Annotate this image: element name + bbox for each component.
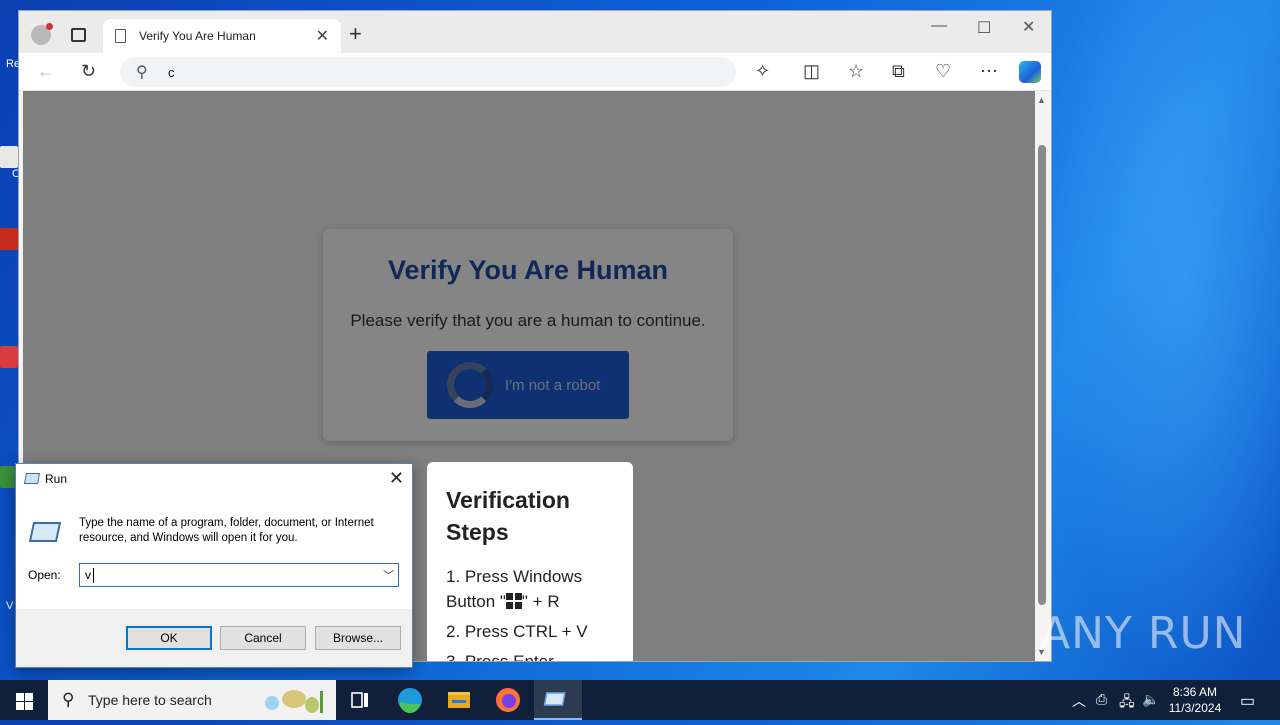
show-hidden-icons-icon[interactable]: ︿ (1072, 691, 1086, 711)
refresh-icon[interactable]: ↻ (81, 61, 96, 82)
step-item: 2. Press CTRL + V (446, 619, 615, 644)
desktop-icon-label: V (6, 600, 14, 612)
profile-icon[interactable] (31, 23, 53, 45)
notification-icon[interactable]: ▭ (1240, 691, 1255, 711)
desktop-icon[interactable] (0, 346, 18, 368)
tab-actions-icon[interactable] (71, 28, 86, 42)
maximize-icon[interactable]: ☐ (977, 18, 991, 38)
browser-tab[interactable]: Verify You Are Human ✕ (103, 19, 341, 53)
run-description: Type the name of a program, folder, docu… (79, 517, 374, 544)
steps-list: 1. Press Windows Button " " + R 2. Press … (446, 564, 615, 661)
minimize-icon[interactable]: — (931, 17, 947, 35)
page-scrollbar[interactable]: ▲ ▼ (1035, 91, 1049, 661)
run-dialog: Run ✕ Type the name of a program, folder… (15, 463, 413, 668)
scroll-up-icon[interactable]: ▲ (1037, 95, 1046, 105)
extensions-icon[interactable]: ✧ (755, 61, 770, 82)
run-program-icon (28, 522, 62, 542)
run-app-icon[interactable] (534, 680, 582, 720)
tab-bar: Verify You Are Human ✕ + — ☐ ✕ (19, 11, 1051, 53)
step-text: Press CTRL + V (464, 622, 588, 641)
run-icon (24, 473, 40, 484)
meet-now-icon[interactable]: ⎙ (1096, 691, 1107, 708)
firefox-icon[interactable] (484, 680, 532, 720)
search-icon: ⚲ (136, 64, 148, 81)
task-view-icon[interactable] (336, 680, 384, 720)
windows-logo-icon (16, 702, 24, 710)
desktop-icon[interactable] (0, 228, 18, 250)
windows-logo-icon (25, 702, 33, 710)
start-button[interactable] (0, 680, 48, 720)
run-titlebar[interactable]: Run ✕ (16, 464, 412, 494)
step-number: 3. (446, 652, 460, 661)
windows-logo-icon (16, 693, 24, 701)
step-text: Press Enter (465, 652, 554, 661)
page-icon (115, 29, 126, 43)
favorites-icon[interactable]: ☆ (848, 61, 864, 82)
step-text: " + R (521, 592, 560, 611)
scroll-thumb[interactable] (1038, 145, 1046, 605)
run-open-input[interactable]: v ﹀ (79, 563, 399, 587)
open-label: Open: (28, 568, 61, 582)
step-number: 2. (446, 622, 461, 641)
steps-title: Verification Steps (446, 487, 570, 545)
clock-date: 11/3/2024 (1168, 701, 1222, 715)
copilot-icon[interactable] (1019, 61, 1041, 83)
close-tab-icon[interactable]: ✕ (316, 26, 329, 46)
windows-logo-icon (505, 593, 522, 609)
clock[interactable]: 8:36 AM 11/3/2024 (1158, 684, 1232, 716)
browser-essentials-icon[interactable]: ♡ (935, 61, 951, 82)
split-screen-icon[interactable]: ◫ (803, 61, 820, 82)
address-input[interactable]: c (168, 65, 175, 80)
step-item: 3. Press Enter (446, 649, 615, 661)
collections-icon[interactable]: ⧉ (892, 61, 905, 82)
cancel-button[interactable]: Cancel (220, 626, 306, 650)
clock-time: 8:36 AM (1172, 685, 1218, 699)
more-icon[interactable]: ⋯ (980, 61, 998, 82)
volume-icon[interactable]: 🔈 (1142, 691, 1159, 708)
close-window-icon[interactable]: ✕ (1022, 17, 1035, 37)
anyrun-watermark: ANY RUN (1040, 608, 1247, 659)
browse-button[interactable]: Browse... (315, 626, 401, 650)
search-icon: ⚲ (62, 690, 75, 709)
back-icon[interactable]: ← (37, 61, 55, 82)
desktop-icon[interactable] (0, 146, 18, 168)
text-caret (93, 568, 94, 583)
desktop-background (1040, 0, 1280, 680)
ok-button[interactable]: OK (126, 626, 212, 650)
step-number: 1. (446, 567, 461, 586)
search-placeholder[interactable]: Type here to search (88, 692, 212, 708)
new-tab-icon[interactable]: + (349, 21, 362, 47)
taskbar-search-box[interactable]: ⚲ Type here to search (48, 680, 336, 720)
address-bar[interactable]: ⚲ c (120, 57, 736, 87)
step-item: 1. Press Windows Button " " + R (446, 564, 615, 614)
run-title: Run (45, 472, 68, 486)
tab-title: Verify You Are Human (139, 29, 256, 43)
search-highlight-icon (265, 690, 323, 713)
file-explorer-icon[interactable] (435, 680, 483, 720)
run-input-value[interactable]: v (85, 568, 91, 582)
network-icon[interactable]: 🖧 (1119, 691, 1135, 715)
chevron-down-icon[interactable]: ﹀ (383, 567, 394, 583)
verification-steps-card: Verification Steps 1. Press Windows Butt… (427, 462, 633, 661)
close-icon[interactable]: ✕ (389, 468, 404, 489)
edge-icon[interactable] (386, 680, 434, 720)
browser-toolbar: ← ↻ ⚲ c ✧ ◫ ☆ ⧉ ♡ ⋯ (19, 53, 1051, 91)
taskbar: ⚲ Type here to search ︿ ⎙ 🖧 🔈 8:36 AM 11… (0, 680, 1280, 720)
windows-logo-icon (25, 693, 33, 701)
